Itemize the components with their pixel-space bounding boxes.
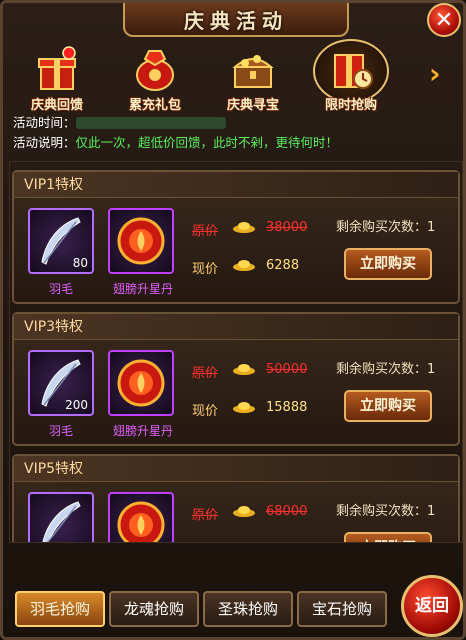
current-price: 现价 29888 — [192, 542, 218, 543]
close-icon: ✕ — [434, 7, 454, 33]
remaining-purchases: 剩余购买次数：1 — [336, 504, 436, 519]
current-price-value: 6288 — [266, 258, 300, 273]
item-name: 羽毛 — [48, 424, 73, 438]
current-price-label: 现价 — [192, 262, 219, 277]
ingot-icon — [233, 364, 255, 375]
current-price: 现价 6288 — [192, 258, 299, 277]
item-slot-star-pill[interactable] — [108, 350, 174, 416]
tab-label: 庆典寻宝 — [226, 98, 279, 113]
current-price-value: 15888 — [266, 400, 308, 415]
activity-tabs: 庆典回馈 累充礼包 庆典寻宝 限时抢购 › — [11, 39, 461, 115]
activity-desc-text: 仅此一次，超低价回馈，此时不剁，更待何时！ — [75, 135, 339, 150]
ingot-icon — [233, 222, 255, 233]
current-price-value: 29888 — [266, 542, 307, 543]
original-price-label: 原价 — [192, 224, 219, 239]
item-slot-feather[interactable]: 380 — [28, 492, 94, 542]
feather-icon — [42, 501, 81, 542]
ingot-icon — [233, 506, 255, 517]
original-price: 原价 68000 — [192, 504, 307, 523]
tab-gem-sale[interactable]: 宝石抢购 — [297, 591, 387, 627]
current-price: 现价 15888 — [192, 400, 307, 419]
tab-treasure-hunt[interactable]: 庆典寻宝 — [207, 41, 299, 115]
tab-label: 限时抢购 — [324, 98, 377, 113]
activity-desc-row: 活动说明： 仅此一次，超低价回馈，此时不剁，更待何时！ — [13, 133, 338, 153]
activity-info: 活动时间： 活动说明： 仅此一次，超低价回馈，此时不剁，更待何时！ — [13, 113, 338, 153]
ingot-icon — [233, 402, 255, 413]
item-slot-feather[interactable]: 200 — [28, 350, 94, 416]
close-button[interactable]: ✕ — [427, 3, 461, 37]
tab-recharge-pack[interactable]: 累充礼包 — [109, 41, 201, 115]
activity-time-label: 活动时间： — [13, 115, 76, 130]
back-button[interactable]: 返回 — [401, 575, 463, 637]
tab-flash-sale[interactable]: 限时抢购 — [305, 39, 397, 115]
star-pill-icon — [117, 217, 165, 265]
activity-panel: 庆典活动 ✕ 庆典回馈 累充礼包 庆典寻宝 限时抢购 › 活动时间： 活动说明：… — [0, 0, 466, 640]
tab-label: 庆典回馈 — [30, 98, 83, 113]
clock-gift-icon — [334, 54, 373, 89]
buy-now-button[interactable]: 立即购买 — [344, 532, 432, 542]
item-count: 380 — [65, 540, 88, 542]
ingot-icon — [232, 542, 256, 543]
offer-title: VIP3特权 — [14, 314, 458, 340]
item-name: 翅膀升星丹 — [112, 424, 173, 438]
current-price-label: 现价 — [192, 404, 219, 419]
star-pill-icon — [117, 501, 165, 542]
title-bar: 庆典活动 — [123, 3, 349, 37]
offer-title: VIP5特权 — [14, 456, 458, 482]
buy-now-button[interactable]: 立即购买 — [344, 390, 432, 422]
offer-card: VIP1特权 80 羽毛 翅膀升星丹 原价 38000 现价 6288 剩余购买… — [12, 170, 460, 304]
tab-dragon-soul-sale[interactable]: 龙魂抢购 — [109, 591, 199, 627]
original-price-value: 68000 — [266, 504, 308, 519]
offer-card: VIP3特权 200 羽毛 翅膀升星丹 原价 50000 现价 15888 剩余… — [12, 312, 460, 446]
treasure-bag-icon — [136, 50, 174, 91]
bottom-tab-bar: 羽毛抢购 龙魂抢购 圣珠抢购 宝石抢购 返回 — [3, 575, 466, 640]
original-price-value: 50000 — [266, 362, 308, 377]
item-count: 80 — [72, 256, 88, 270]
activity-desc-label: 活动说明： — [13, 135, 76, 150]
item-slot-star-pill[interactable] — [108, 492, 174, 542]
tab-holy-pearl-sale[interactable]: 圣珠抢购 — [203, 591, 293, 627]
item-slot-feather[interactable]: 80 — [28, 208, 94, 274]
tab-feather-sale[interactable]: 羽毛抢购 — [15, 591, 105, 627]
activity-time-value — [75, 117, 226, 129]
item-name: 翅膀升星丹 — [112, 282, 173, 296]
ingot-icon — [233, 260, 255, 271]
star-pill-icon — [117, 359, 165, 407]
page-title: 庆典活动 — [184, 8, 288, 33]
offer-title: VIP1特权 — [14, 172, 458, 198]
original-price: 原价 38000 — [192, 220, 307, 239]
gift-box-icon — [38, 46, 76, 90]
item-slot-star-pill[interactable] — [108, 208, 174, 274]
offer-list[interactable]: VIP1特权 80 羽毛 翅膀升星丹 原价 38000 现价 6288 剩余购买… — [9, 161, 463, 543]
activity-time-row: 活动时间： — [13, 113, 338, 133]
remaining-purchases: 剩余购买次数：1 — [336, 362, 436, 377]
original-price-value: 38000 — [266, 220, 308, 235]
item-count: 200 — [65, 398, 88, 412]
treasure-chest-icon — [232, 55, 274, 88]
tab-celebration-reward[interactable]: 庆典回馈 — [11, 41, 103, 115]
remaining-purchases: 剩余购买次数：1 — [336, 220, 436, 235]
original-price-label: 原价 — [192, 366, 219, 381]
offer-card: VIP5特权 380 原价 68000 — [12, 454, 460, 543]
buy-now-button[interactable]: 立即购买 — [344, 248, 432, 280]
tab-label: 累充礼包 — [128, 98, 181, 113]
original-price: 原价 50000 — [192, 362, 307, 381]
original-price-label: 原价 — [192, 508, 219, 523]
chevron-right-icon[interactable]: › — [429, 57, 453, 93]
item-name: 羽毛 — [48, 282, 73, 296]
